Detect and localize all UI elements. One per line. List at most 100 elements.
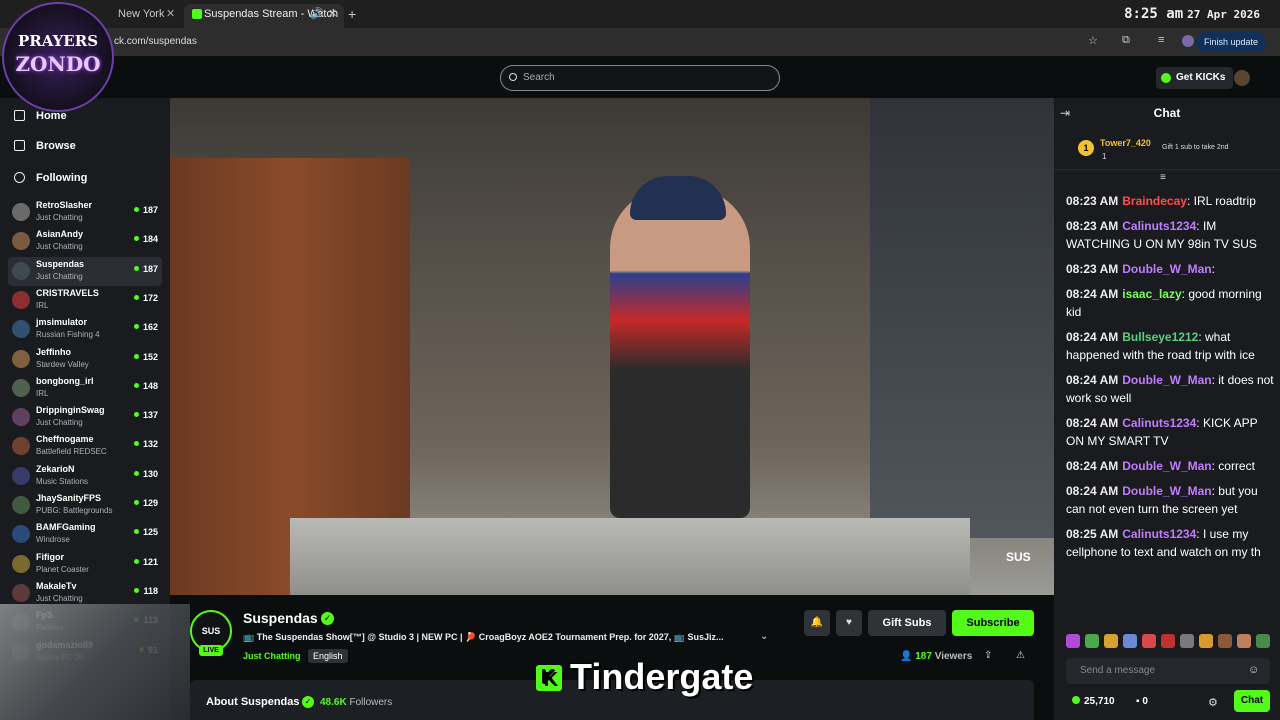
kicks-coin-icon bbox=[1161, 73, 1171, 83]
channel-avatar bbox=[12, 408, 30, 427]
emote-icon[interactable] bbox=[1180, 634, 1194, 648]
sidebar-channel-item[interactable]: CRISTRAVELS IRL 172 bbox=[8, 286, 162, 315]
home-icon bbox=[14, 110, 25, 121]
report-icon[interactable]: ⚠ bbox=[1016, 650, 1025, 661]
chat-username[interactable]: Braindecay bbox=[1122, 194, 1187, 208]
gift-subs-button[interactable]: Gift Subs bbox=[868, 610, 946, 636]
extensions-icon[interactable]: ⧉ bbox=[1122, 34, 1130, 47]
chat-username[interactable]: Calinuts1234 bbox=[1122, 219, 1196, 233]
search-input[interactable]: Search bbox=[500, 65, 780, 91]
media-icon[interactable]: ≡ bbox=[1158, 34, 1164, 46]
verified-icon: ✓ bbox=[321, 612, 334, 625]
chat-username[interactable]: Bullseye1212 bbox=[1122, 330, 1198, 344]
emote-icon[interactable] bbox=[1142, 634, 1156, 648]
channel-name: ZekarioN bbox=[36, 463, 75, 474]
channel-name: RetroSlasher bbox=[36, 200, 93, 210]
emote-icon[interactable] bbox=[1218, 634, 1232, 648]
emote-icon[interactable] bbox=[1104, 634, 1118, 648]
share-icon[interactable]: ⇪ bbox=[984, 650, 992, 661]
new-tab-icon[interactable]: + bbox=[348, 4, 356, 28]
channel-name: Suspendas bbox=[36, 258, 85, 269]
chat-username[interactable]: Calinuts1234 bbox=[1122, 527, 1196, 541]
gifter-username[interactable]: Tower7_420 bbox=[1100, 138, 1151, 148]
sidebar-channel-item[interactable]: AsianAndy Just Chatting 184 bbox=[8, 227, 162, 256]
emote-icon[interactable] bbox=[1085, 634, 1099, 648]
channel-name: AsianAndy bbox=[36, 229, 84, 240]
chat-send-button[interactable]: Chat bbox=[1234, 690, 1270, 712]
chat-username[interactable]: Double_W_Man bbox=[1122, 262, 1211, 276]
stream-category[interactable]: Just Chatting bbox=[243, 651, 301, 661]
channel-viewer-count: 187 bbox=[134, 205, 158, 215]
chevron-down-icon[interactable]: ⌄ bbox=[760, 631, 768, 642]
sidebar-channel-item[interactable]: jmsimulator Russian Fishing 4 162 bbox=[8, 315, 162, 344]
sidebar-item-following[interactable]: Following bbox=[14, 170, 87, 186]
sidebar-channel-item[interactable]: Fifigor Planet Coaster 121 bbox=[8, 550, 162, 579]
chat-username[interactable]: Double_W_Man bbox=[1122, 459, 1211, 473]
channel-viewer-count: 118 bbox=[134, 586, 158, 596]
bookmark-star-icon[interactable]: ☆ bbox=[1088, 34, 1098, 47]
channel-avatar bbox=[12, 232, 30, 251]
profile-avatar[interactable] bbox=[1182, 35, 1194, 47]
channel-viewer-count: 187 bbox=[134, 264, 158, 274]
url-field[interactable]: ck.com/suspendas bbox=[114, 36, 197, 47]
chat-username[interactable]: Double_W_Man bbox=[1122, 484, 1211, 498]
speaker-icon[interactable]: 🔊 bbox=[310, 4, 324, 28]
channel-viewer-count: 137 bbox=[134, 410, 158, 420]
channel-category: Just Chatting bbox=[36, 593, 83, 603]
chat-username[interactable]: Double_W_Man bbox=[1122, 373, 1211, 387]
heart-icon bbox=[14, 172, 25, 183]
stream-title: 📺 The Suspendas Show[™] @ Studio 3 | NEW… bbox=[243, 632, 724, 642]
sidebar-channel-item[interactable]: RetroSlasher Just Chatting 187 bbox=[8, 198, 162, 227]
sidebar-item-browse[interactable]: Browse bbox=[14, 138, 76, 154]
chat-filter-icon[interactable]: ≡ bbox=[1160, 172, 1166, 183]
emote-icon[interactable] bbox=[1256, 634, 1270, 648]
follow-heart-icon[interactable]: ♥ bbox=[836, 610, 862, 636]
channel-name: bongbong_irl bbox=[36, 375, 94, 386]
channel-viewer-count: 132 bbox=[134, 439, 158, 449]
chat-input[interactable]: Send a message bbox=[1066, 658, 1270, 684]
emote-icon[interactable] bbox=[1066, 634, 1080, 648]
tab-inactive[interactable]: New York bbox=[118, 4, 164, 28]
gear-icon[interactable]: ⚙ bbox=[1208, 696, 1218, 709]
search-icon bbox=[509, 73, 517, 81]
chat-text: correct bbox=[1218, 459, 1255, 473]
sidebar-channel-item[interactable]: ZekarioN Music Stations 130 bbox=[8, 462, 162, 491]
notification-bell-icon[interactable]: 🔔 bbox=[804, 610, 830, 636]
browser-tab-bar: New York ✕ Suspendas Stream - Watch 🔊 ✕ … bbox=[0, 0, 1280, 28]
sidebar-channel-item[interactable]: DrippinginSwag Just Chatting 137 bbox=[8, 403, 162, 432]
emoji-icon[interactable]: ☺ bbox=[1248, 664, 1259, 676]
sidebar-channel-item[interactable]: JhaySanityFPS PUBG: Battlegrounds 129 bbox=[8, 491, 162, 520]
emote-icon[interactable] bbox=[1237, 634, 1251, 648]
channel-name: Fifigor bbox=[36, 551, 64, 562]
tab-close-icon[interactable]: ✕ bbox=[166, 4, 175, 28]
stream-overlay-text: K Tindergate bbox=[536, 656, 753, 698]
video-player[interactable]: SUS bbox=[170, 98, 1054, 595]
sidebar-channel-item[interactable]: Suspendas Just Chatting 187 bbox=[8, 256, 162, 286]
get-kicks-button[interactable]: Get KICKs bbox=[1156, 67, 1234, 89]
sidebar-channel-item[interactable]: Jeffinho Stardew Valley 152 bbox=[8, 345, 162, 374]
user-avatar[interactable] bbox=[1234, 70, 1250, 86]
sidebar-channel-item[interactable]: bongbong_irl IRL 148 bbox=[8, 374, 162, 403]
chat-username[interactable]: isaac_lazy bbox=[1122, 287, 1181, 301]
channel-viewer-count: 172 bbox=[134, 293, 158, 303]
channel-viewer-count: 152 bbox=[134, 352, 158, 362]
sidebar-channel-item[interactable]: BAMFGaming Windrose 125 bbox=[8, 520, 162, 549]
chat-panel: ⇥ Chat 1 Tower7_420 1 Gift 1 sub to take… bbox=[1054, 98, 1280, 720]
tab-close-icon[interactable]: ✕ bbox=[328, 4, 337, 28]
emote-icon[interactable] bbox=[1161, 634, 1175, 648]
gifter-rank-badge: 1 bbox=[1078, 140, 1094, 156]
chat-message: 08:24 AM Calinuts1234: KICK APP ON MY SMA… bbox=[1066, 416, 1258, 448]
chat-time: 08:23 AM bbox=[1066, 194, 1119, 208]
channel-viewer-count: 162 bbox=[134, 322, 158, 332]
language-tag[interactable]: English bbox=[308, 649, 348, 663]
video-counter bbox=[290, 518, 970, 595]
subscribe-button[interactable]: Subscribe bbox=[952, 610, 1034, 636]
emote-icon[interactable] bbox=[1123, 634, 1137, 648]
channel-name[interactable]: Suspendas bbox=[243, 610, 318, 626]
chat-username[interactable]: Calinuts1234 bbox=[1122, 416, 1196, 430]
channel-points: ▪ 0 bbox=[1136, 696, 1148, 707]
gift-sub-prompt[interactable]: Gift 1 sub to take 2nd bbox=[1162, 144, 1229, 151]
emote-icon[interactable] bbox=[1199, 634, 1213, 648]
sidebar-channel-item[interactable]: Cheffnogame Battlefield REDSEC 132 bbox=[8, 432, 162, 461]
finish-update-button[interactable]: Finish update bbox=[1195, 32, 1266, 52]
